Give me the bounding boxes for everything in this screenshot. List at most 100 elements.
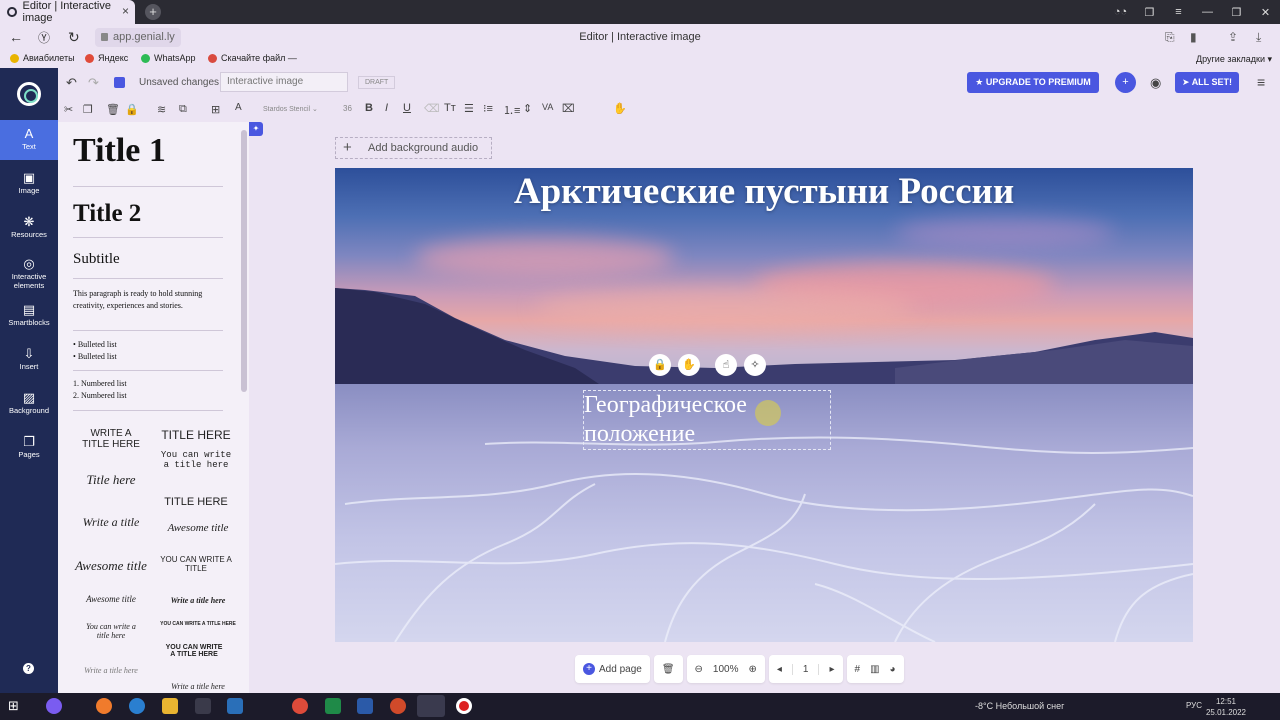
highlight-icon[interactable]: ⌫	[424, 102, 440, 115]
font-family-select[interactable]: Stardos Stencil ⌄	[263, 105, 318, 113]
undo-icon[interactable]: ↶	[66, 75, 77, 91]
add-user-button[interactable]: +	[1115, 72, 1136, 93]
app-icon[interactable]	[46, 698, 62, 714]
element-interactivity-icon[interactable]: ☝	[715, 354, 737, 376]
sidebar-item-resources[interactable]: ❋ Resources	[0, 208, 58, 248]
yandex-browser-icon[interactable]	[417, 695, 445, 717]
excel-icon[interactable]	[325, 698, 341, 714]
sidebar-item-interactive-elements[interactable]: ◎ Interactive elements	[0, 250, 58, 294]
prev-page-icon[interactable]: ◂	[777, 664, 782, 675]
text-template[interactable]: You can write a title here	[80, 622, 142, 640]
text-template[interactable]: Title here	[76, 472, 146, 488]
paragraph-preset[interactable]: This paragraph is ready to hold stunning…	[73, 288, 218, 312]
text-template[interactable]: Awesome title	[70, 558, 152, 574]
text-size-icon[interactable]: Tт	[444, 102, 456, 114]
other-bookmarks[interactable]: Другие закладки ▾	[1196, 54, 1272, 65]
upgrade-premium-button[interactable]: ★ UPGRADE TO PREMIUM	[967, 72, 1099, 93]
bookmark-download-file[interactable]: Скачайте файл —	[208, 53, 297, 63]
language-indicator[interactable]: РУС	[1186, 701, 1202, 710]
bookmark-icon[interactable]: ▮	[1190, 30, 1197, 44]
title-1-preset[interactable]: Title 1	[73, 132, 166, 170]
glasses-icon[interactable]: ◔◔	[1106, 6, 1135, 18]
text-template[interactable]: TITLE HERE	[156, 496, 236, 508]
new-tab-button[interactable]: +	[145, 4, 161, 20]
monitor-icon[interactable]	[227, 698, 243, 714]
panel-scrollbar[interactable]	[241, 130, 247, 392]
pages-view-icon[interactable]: ▥	[870, 664, 879, 675]
sidebar-item-image[interactable]: ▣ Image	[0, 164, 58, 204]
firefox-icon[interactable]	[96, 698, 112, 714]
copy-icon[interactable]: ❐	[83, 103, 93, 116]
next-page-icon[interactable]: ▸	[829, 664, 834, 675]
appearance-icon[interactable]: ◕	[890, 664, 896, 675]
italic-icon[interactable]: I	[385, 102, 388, 114]
edge-icon[interactable]	[129, 698, 145, 714]
project-name-input[interactable]: Interactive image	[220, 72, 348, 92]
text-template[interactable]: Write a title here	[158, 596, 238, 605]
sidebar-item-insert[interactable]: ⇩ Insert	[0, 340, 58, 380]
menu-icon[interactable]: ≡	[1164, 6, 1193, 18]
lock-element-icon[interactable]: 🔒	[125, 103, 139, 116]
text-template[interactable]: WRITE A TITLE HERE	[76, 428, 146, 450]
underline-icon[interactable]: U	[403, 102, 411, 114]
align-icon[interactable]: ⊞	[211, 103, 220, 116]
text-template[interactable]: Write a title	[73, 515, 149, 530]
record-icon[interactable]	[456, 698, 472, 714]
sidebar-item-smartblocks[interactable]: ▤ Smartblocks	[0, 296, 58, 336]
zoom-out-icon[interactable]: ⊖	[695, 664, 703, 675]
text-template[interactable]: TITLE HERE	[156, 428, 236, 442]
line-spacing-icon[interactable]: ⇕	[523, 102, 532, 115]
letter-spacing-icon[interactable]: VA	[542, 102, 553, 112]
selected-text-box[interactable]: Географическое положение	[583, 390, 831, 450]
group-icon[interactable]: ⧉	[179, 103, 187, 116]
tab-close-icon[interactable]: ×	[122, 4, 129, 18]
element-drag-icon[interactable]: ✋	[678, 354, 700, 376]
bulleted-list-preset[interactable]: • Bulleted list • Bulleted list	[73, 339, 117, 363]
sidebar-item-background[interactable]: ▨ Background	[0, 384, 58, 424]
subtitle-preset[interactable]: Subtitle	[73, 251, 120, 268]
clear-format-icon[interactable]: ⌧	[562, 102, 575, 115]
bullet-list-icon[interactable]: ⁝≡	[483, 102, 493, 115]
slide-title[interactable]: Арктические пустыни России	[335, 170, 1193, 213]
sidebar-item-pages[interactable]: ❐ Pages	[0, 428, 58, 468]
chrome-icon[interactable]	[292, 698, 308, 714]
text-template[interactable]: YOU CAN WRITE A TITLE HERE	[164, 644, 224, 658]
bookmark-yandex[interactable]: Яндекс	[85, 53, 128, 63]
translate-icon[interactable]: ⎘	[1165, 30, 1175, 45]
genially-logo-icon[interactable]	[17, 82, 41, 106]
hamburger-menu-icon[interactable]: ≡	[1257, 74, 1265, 90]
bookmark-whatsapp[interactable]: WhatsApp	[141, 53, 196, 63]
minimize-icon[interactable]: —	[1193, 6, 1222, 18]
download-icon[interactable]: ⤓	[1256, 30, 1261, 45]
text-color-icon[interactable]: A	[235, 102, 242, 113]
close-window-icon[interactable]: ✕	[1251, 6, 1280, 19]
add-page-button[interactable]: + Add page	[575, 655, 650, 683]
explorer-icon[interactable]	[162, 698, 178, 714]
share-icon[interactable]: ⇪	[1228, 30, 1238, 44]
numbered-list-preset[interactable]: 1. Numbered list 2. Numbered list	[73, 378, 127, 402]
clock[interactable]: 12:51 25.01.2022	[1206, 696, 1246, 718]
text-template[interactable]: You can write a title here	[158, 450, 234, 470]
zoom-in-icon[interactable]: ⊕	[749, 664, 757, 675]
slide-canvas[interactable]: Арктические пустыни России 🔒 ✋ ☝ ✧ Геогр…	[335, 168, 1193, 642]
delete-page-button[interactable]: 🗑	[653, 655, 683, 683]
text-template[interactable]: YOU CAN WRITE A TITLE	[158, 555, 234, 573]
text-template[interactable]: Write a title here	[158, 682, 238, 691]
text-template[interactable]: Write a title here	[76, 666, 146, 675]
add-background-audio-button[interactable]: + Add background audio	[335, 137, 492, 159]
bookmark-aviabilety[interactable]: Авиабилеты	[10, 53, 75, 63]
restore-icon[interactable]: ❐	[1222, 6, 1251, 19]
word-icon[interactable]	[357, 698, 373, 714]
powerpoint-icon[interactable]	[390, 698, 406, 714]
text-template[interactable]: Awesome title	[76, 594, 146, 604]
sidebar-item-text[interactable]: A Text	[0, 120, 58, 160]
all-set-button[interactable]: ➤ ALL SET!	[1175, 72, 1239, 93]
pin-panel-icon[interactable]: ✦	[249, 122, 263, 136]
hand-pan-icon[interactable]: ✋	[613, 102, 627, 115]
numbered-list-icon[interactable]: ⒈≡	[503, 102, 520, 118]
bold-icon[interactable]: B	[365, 102, 373, 114]
browser-tab[interactable]: Editor | Interactive image ×	[0, 0, 135, 24]
help-icon[interactable]: ?	[23, 663, 34, 674]
media-icon[interactable]	[195, 698, 211, 714]
preview-eye-icon[interactable]: ◉	[1150, 75, 1161, 91]
